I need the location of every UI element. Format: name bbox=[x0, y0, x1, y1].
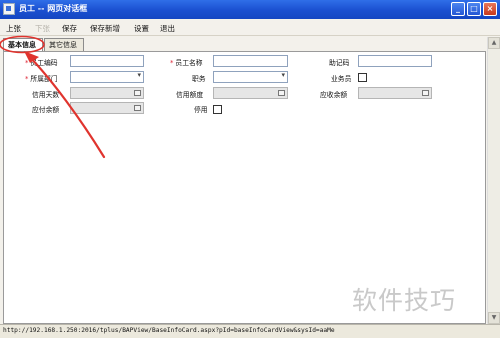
position-select[interactable] bbox=[213, 71, 288, 83]
save-and-new-button[interactable]: 保存新增 bbox=[90, 23, 120, 34]
toolbar: 上张 下张 保存 保存新增 设置 退出 bbox=[0, 19, 500, 36]
save-button[interactable]: 保存 bbox=[62, 23, 77, 34]
calculator-icon[interactable] bbox=[278, 90, 285, 96]
scroll-up-icon[interactable]: ▲ bbox=[488, 37, 500, 49]
window-controls: _ □ × bbox=[449, 2, 497, 17]
minimize-icon[interactable]: _ bbox=[451, 2, 465, 16]
calculator-icon[interactable] bbox=[134, 105, 141, 111]
maximize-icon[interactable]: □ bbox=[467, 2, 481, 16]
disabled-checkbox[interactable] bbox=[213, 105, 222, 114]
tab-strip: 基本信息 其它信息 bbox=[0, 37, 500, 51]
required-marker: * bbox=[25, 59, 29, 67]
tab-other-info[interactable]: 其它信息 bbox=[44, 38, 84, 51]
app-icon bbox=[3, 3, 15, 15]
required-marker: * bbox=[25, 75, 29, 83]
next-record-button[interactable]: 下张 bbox=[35, 23, 50, 34]
credit-days-input[interactable] bbox=[70, 87, 144, 99]
settings-button[interactable]: 设置 bbox=[134, 23, 149, 34]
calculator-icon[interactable] bbox=[134, 90, 141, 96]
employee-name-label: * 员工名称 bbox=[170, 59, 203, 67]
salesperson-checkbox[interactable] bbox=[358, 73, 367, 82]
disabled-label: 停用 bbox=[194, 106, 208, 114]
window-title: 员工 -- 网页对话框 bbox=[19, 4, 88, 13]
department-label: * 所属部门 bbox=[25, 75, 58, 83]
department-select[interactable] bbox=[70, 71, 144, 83]
employee-code-label: * 员工编码 bbox=[25, 59, 58, 67]
mnemonic-code-input[interactable] bbox=[358, 55, 432, 67]
calculator-icon[interactable] bbox=[422, 90, 429, 96]
watermark: 软件技巧 bbox=[352, 286, 457, 315]
credit-limit-label: 信用额度 bbox=[176, 91, 204, 99]
tab-basic-info[interactable]: 基本信息 bbox=[3, 38, 43, 51]
payable-balance-label: 应付余额 bbox=[32, 106, 60, 114]
employee-name-input[interactable] bbox=[213, 55, 288, 67]
scroll-down-icon[interactable]: ▼ bbox=[488, 312, 500, 324]
salesperson-label: 业务员 bbox=[331, 75, 352, 83]
credit-limit-input[interactable] bbox=[213, 87, 288, 99]
payable-balance-input[interactable] bbox=[70, 102, 144, 114]
status-bar-url: http://192.168.1.250:2016/tplus/BAPView/… bbox=[0, 324, 500, 338]
position-label: 职务 bbox=[192, 75, 206, 83]
exit-button[interactable]: 退出 bbox=[160, 23, 175, 34]
receivable-balance-label: 应收余额 bbox=[320, 91, 348, 99]
title-bar: 员工 -- 网页对话框 _ □ × bbox=[0, 0, 500, 19]
employee-code-input[interactable] bbox=[70, 55, 144, 67]
vertical-scrollbar[interactable]: ▲ ▼ bbox=[487, 37, 500, 324]
receivable-balance-input[interactable] bbox=[358, 87, 432, 99]
required-marker: * bbox=[170, 59, 174, 67]
mnemonic-code-label: 助记码 bbox=[329, 59, 350, 67]
credit-days-label: 信用天数 bbox=[32, 91, 60, 99]
close-icon[interactable]: × bbox=[483, 2, 497, 16]
prev-record-button[interactable]: 上张 bbox=[6, 23, 21, 34]
